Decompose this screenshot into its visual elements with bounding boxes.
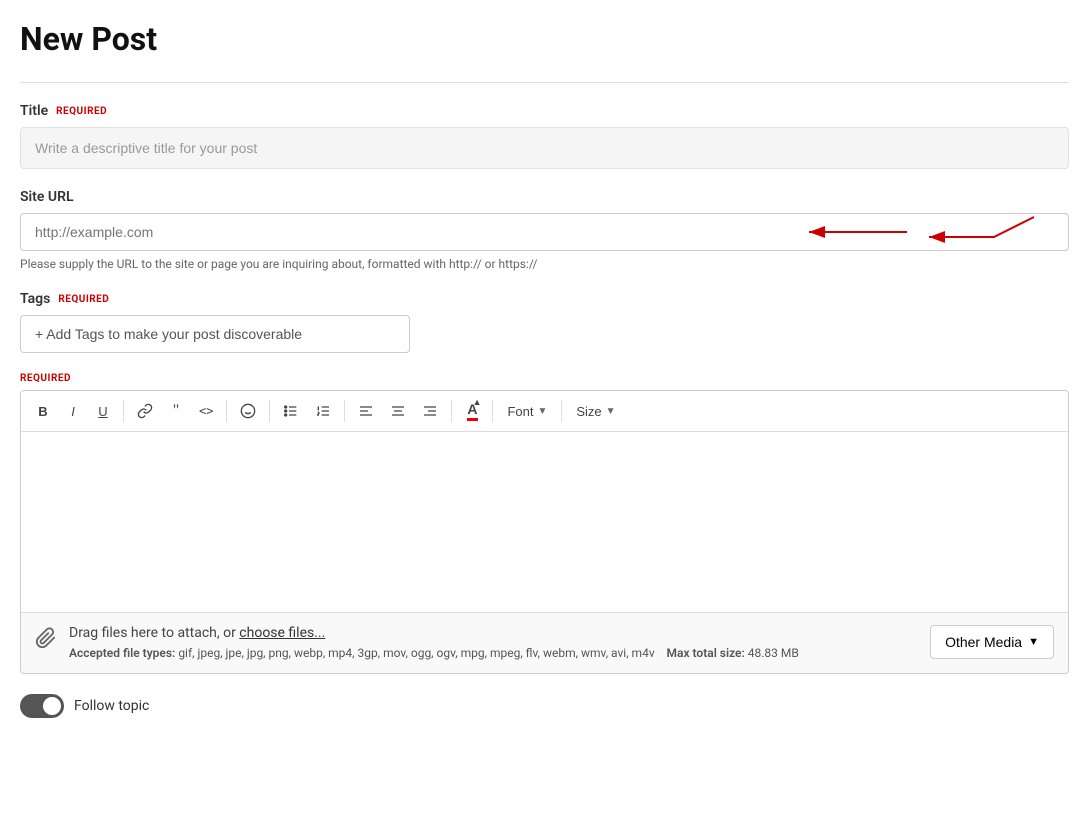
attachment-text-area: Drag files here to attach, or choose fil… [69,625,918,661]
other-media-button[interactable]: Other Media ▼ [930,625,1054,659]
section-divider [20,82,1069,83]
separator-6 [492,400,493,422]
italic-button[interactable]: I [59,397,87,425]
tags-section: Tags REQUIRED + Add Tags to make your po… [20,291,1069,353]
tags-placeholder-text: + Add Tags to make your post discoverabl… [35,326,302,342]
choose-files-link[interactable]: choose files... [239,625,325,641]
link-button[interactable] [130,397,160,425]
link-icon [137,403,153,419]
page-title: New Post [20,20,1069,58]
underline-button[interactable]: U [89,397,117,425]
title-input[interactable] [20,127,1069,169]
arrow-annotation [799,217,909,247]
align-left-button[interactable] [351,397,381,425]
separator-2 [226,400,227,422]
editor-footer: Drag files here to attach, or choose fil… [21,612,1068,673]
site-url-section: Site URL [20,189,1069,271]
editor-wrapper: B I U [20,390,1069,674]
editor-toolbar: B I U [21,391,1068,432]
editor-body[interactable] [21,432,1068,612]
align-right-button[interactable] [415,397,445,425]
title-label: Title REQUIRED [20,103,1069,119]
separator-7 [561,400,562,422]
tags-required-badge: REQUIRED [58,294,109,305]
bullet-list-icon [283,403,299,419]
follow-toggle[interactable] [20,694,64,718]
font-color-button[interactable]: A ▲ [458,397,486,425]
numbered-list-button[interactable] [308,397,338,425]
separator-3 [269,400,270,422]
separator-4 [344,400,345,422]
body-required-label: REQUIRED [20,373,1069,384]
size-dropdown[interactable]: Size ▼ [568,397,623,425]
separator-1 [123,400,124,422]
separator-5 [451,400,452,422]
font-dropdown[interactable]: Font ▼ [499,397,555,425]
align-center-button[interactable] [383,397,413,425]
align-center-icon [390,403,406,419]
bullet-list-button[interactable] [276,397,306,425]
follow-label: Follow topic [74,698,149,714]
url-input-wrapper [20,213,1069,251]
code-button[interactable]: <> [192,397,220,425]
tags-label: Tags REQUIRED [20,291,1069,307]
title-section: Title REQUIRED [20,103,1069,169]
file-types-text: Accepted file types: gif, jpeg, jpe, jpg… [69,646,799,660]
other-media-caret: ▼ [1028,636,1039,648]
site-url-label: Site URL [20,189,1069,205]
title-required-badge: REQUIRED [56,106,107,117]
align-left-icon [358,403,374,419]
font-dropdown-caret: ▼ [537,406,547,417]
tags-input-button[interactable]: + Add Tags to make your post discoverabl… [20,315,410,353]
toggle-slider [20,694,64,718]
bold-button[interactable]: B [29,397,57,425]
align-right-icon [422,403,438,419]
emoji-icon [240,403,256,419]
follow-section: Follow topic [20,694,1069,718]
blockquote-button[interactable]: " [162,397,190,425]
drag-text: Drag files here to attach, or choose fil… [69,625,918,641]
url-help-text: Please supply the URL to the site or pag… [20,257,1069,271]
numbered-list-icon [315,403,331,419]
attachment-icon [35,627,57,654]
body-section: REQUIRED B I U [20,373,1069,674]
size-dropdown-caret: ▼ [606,406,616,417]
url-input[interactable] [20,213,1069,251]
emoji-button[interactable] [233,397,263,425]
